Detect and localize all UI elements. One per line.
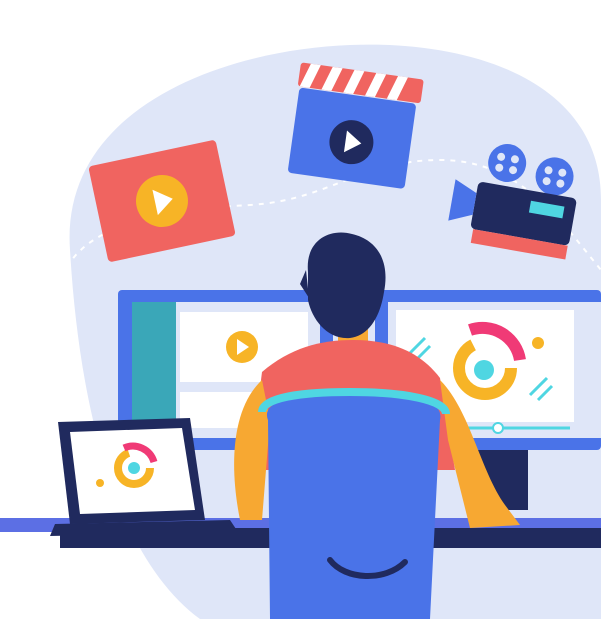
office-chair [258,387,450,619]
clapperboard [288,62,424,189]
video-editing-illustration [0,44,601,619]
